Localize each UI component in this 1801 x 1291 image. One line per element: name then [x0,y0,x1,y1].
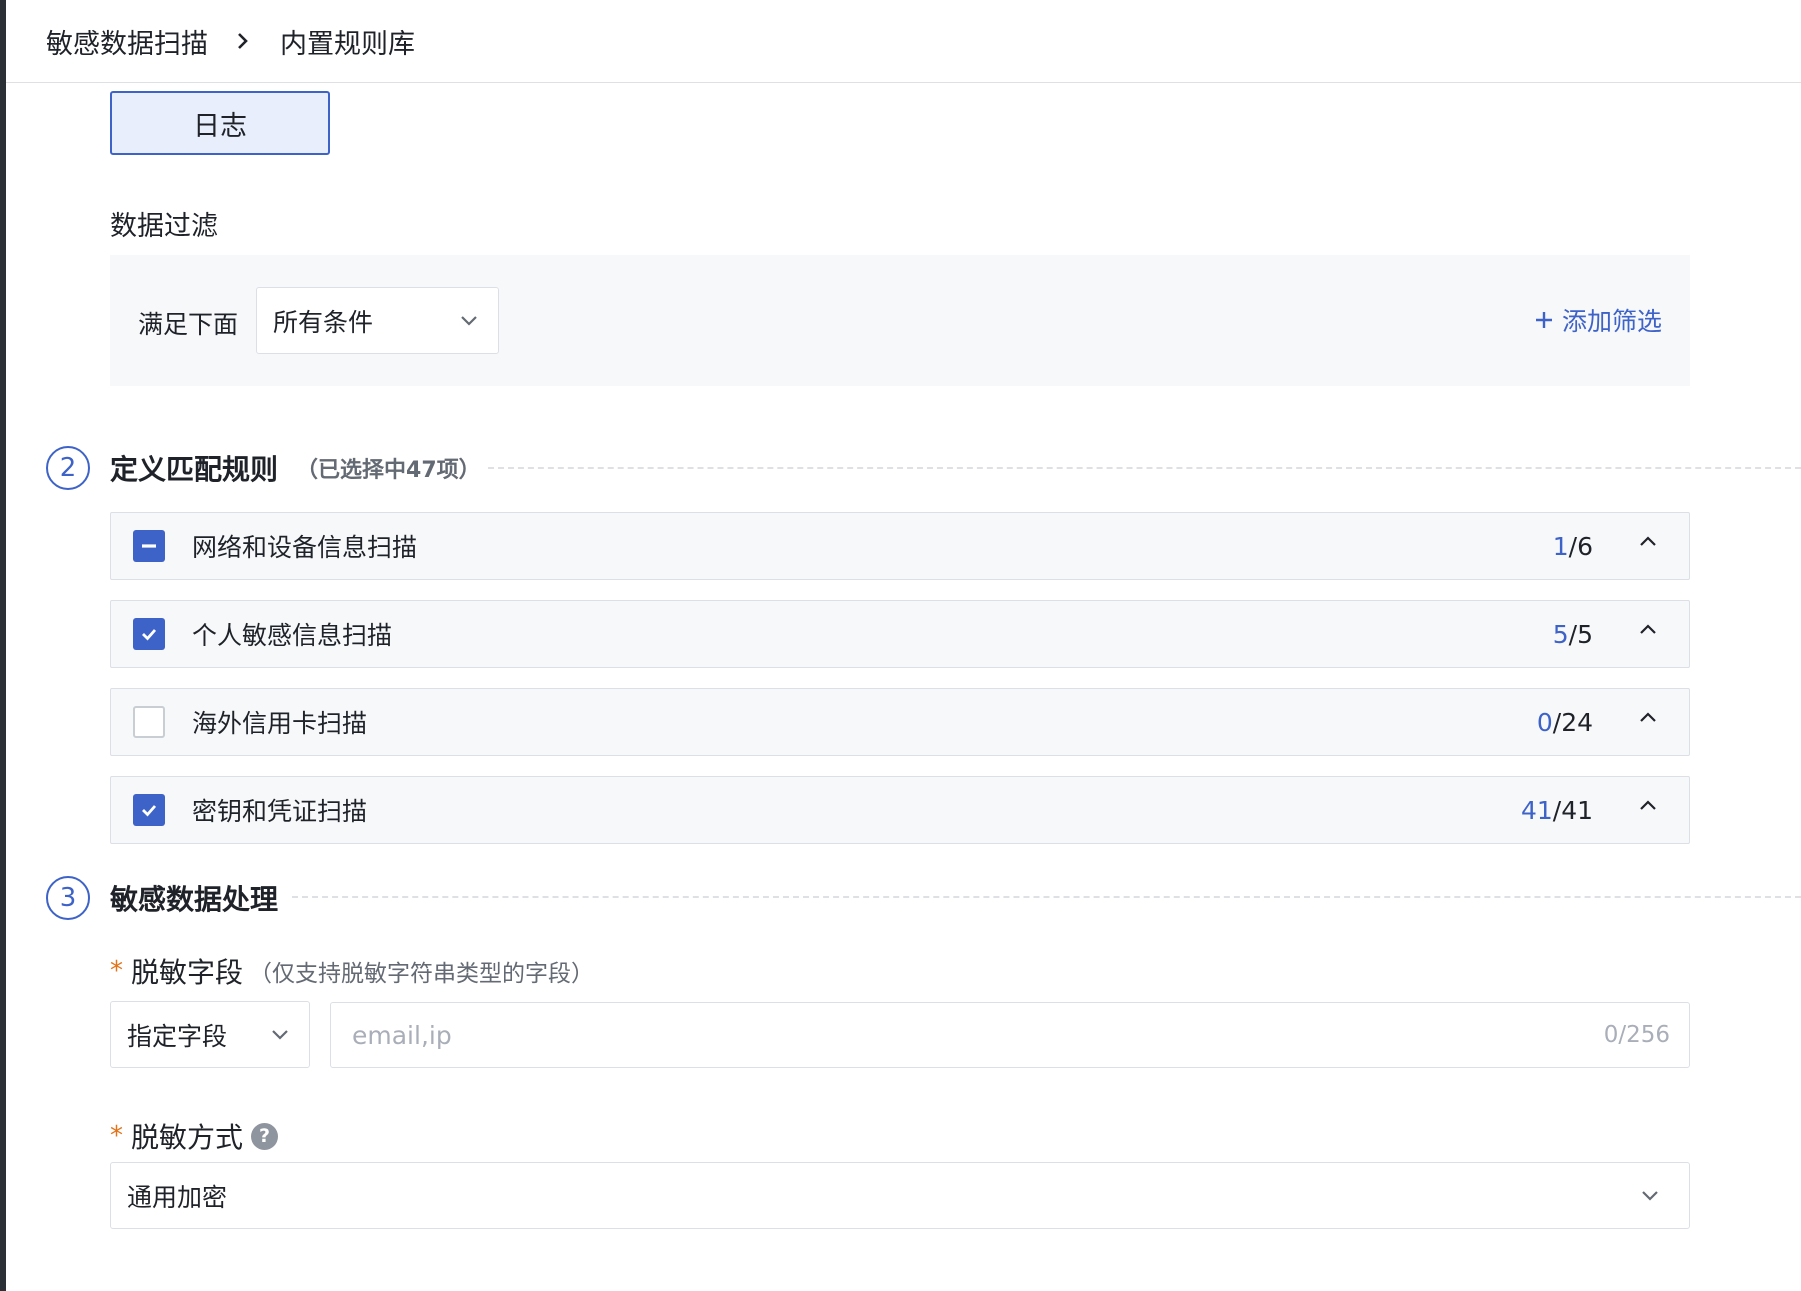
match-label: 满足下面 [138,310,239,339]
step-3-header: 3 敏感数据处理 [46,876,278,920]
rule-group-total: /5 [1568,619,1593,649]
chevron-up-icon[interactable] [1639,623,1657,635]
data-filter-title: 数据过滤 [110,211,218,242]
step-2-subtitle: （已选择中47项） [296,458,481,483]
match-condition-select[interactable]: 所有条件 [256,287,499,354]
step-2-number: 2 [46,446,90,490]
breadcrumb-parent[interactable]: 敏感数据扫描 [46,22,208,61]
add-filter-label: 添加筛选 [1561,307,1662,336]
log-button-label: 日志 [193,110,247,142]
mask-method-value: 通用加密 [127,1182,228,1212]
mask-field-label: * 脱敏字段 （仅支持脱敏字符串类型的字段） [110,951,594,991]
step-3-divider [292,896,1801,898]
rule-group-selected: 41 [1520,795,1553,825]
unchecked-checkbox[interactable] [133,706,165,738]
rule-group-total: /24 [1552,707,1593,737]
rule-group-selected: 0 [1536,707,1553,737]
add-filter-button[interactable]: 添加筛选 [1534,302,1662,338]
breadcrumb: 敏感数据扫描 内置规则库 [46,0,415,82]
rule-group-name: 密钥和凭证扫描 [192,797,368,826]
rule-group-row[interactable]: 密钥和凭证扫描 41/41 [110,776,1690,844]
data-filter-panel: 满足下面 所有条件 添加筛选 [110,255,1690,386]
mask-field-input[interactable] [331,1003,1571,1067]
step-2-title: 定义匹配规则 [110,453,279,486]
step-3-number: 3 [46,876,90,920]
rule-group-row[interactable]: 个人敏感信息扫描 5/5 [110,600,1690,668]
rule-group-count: 41/41 [1521,796,1593,825]
chevron-down-icon [1641,1190,1659,1202]
rule-group-row[interactable]: 网络和设备信息扫描 1/6 [110,512,1690,580]
step-2-divider [488,467,1801,469]
required-mark: * [110,956,123,986]
step-3-title: 敏感数据处理 [110,883,279,916]
step-2-header: 2 定义匹配规则 （已选择中47项） [46,446,481,490]
indeterminate-checkbox[interactable] [133,530,165,562]
breadcrumb-current: 内置规则库 [280,28,415,60]
mask-method-title: 脱敏方式 [131,1121,244,1154]
rule-group-selected: 5 [1552,619,1569,649]
checked-checkbox[interactable] [133,618,165,650]
required-mark: * [110,1121,123,1151]
mask-field-type-select[interactable]: 指定字段 [110,1001,310,1068]
chevron-right-icon [236,31,250,51]
rule-group-count: 5/5 [1553,620,1593,649]
mask-field-type-value: 指定字段 [127,1021,228,1051]
char-counter: 0/256 [1603,1022,1670,1048]
plus-icon [1534,310,1554,330]
log-button[interactable]: 日志 [110,91,330,155]
rule-group-name: 海外信用卡扫描 [192,709,368,738]
rule-group-total: /6 [1568,531,1593,561]
mask-field-input-box: 0/256 [330,1002,1690,1068]
mask-field-hint: （仅支持脱敏字符串类型的字段） [249,961,595,987]
rule-group-count: 1/6 [1553,532,1593,561]
header-divider [6,82,1801,83]
chevron-up-icon[interactable] [1639,535,1657,547]
chevron-down-icon [271,1029,289,1041]
chevron-down-icon [460,315,478,327]
match-condition-value: 所有条件 [273,307,374,337]
mask-field-title: 脱敏字段 [131,956,244,989]
rule-group-name: 网络和设备信息扫描 [192,533,418,562]
rule-group-row[interactable]: 海外信用卡扫描 0/24 [110,688,1690,756]
rule-group-name: 个人敏感信息扫描 [192,621,393,650]
help-icon[interactable]: ? [251,1122,279,1150]
left-edge-bar [0,0,6,1291]
rule-group-total: /41 [1552,795,1593,825]
mask-method-label: * 脱敏方式 ? [110,1116,279,1156]
rule-group-selected: 1 [1552,531,1569,561]
chevron-up-icon[interactable] [1639,799,1657,811]
mask-method-select[interactable]: 通用加密 [110,1162,1690,1229]
rule-group-count: 0/24 [1537,708,1593,737]
chevron-up-icon[interactable] [1639,711,1657,723]
checked-checkbox[interactable] [133,794,165,826]
